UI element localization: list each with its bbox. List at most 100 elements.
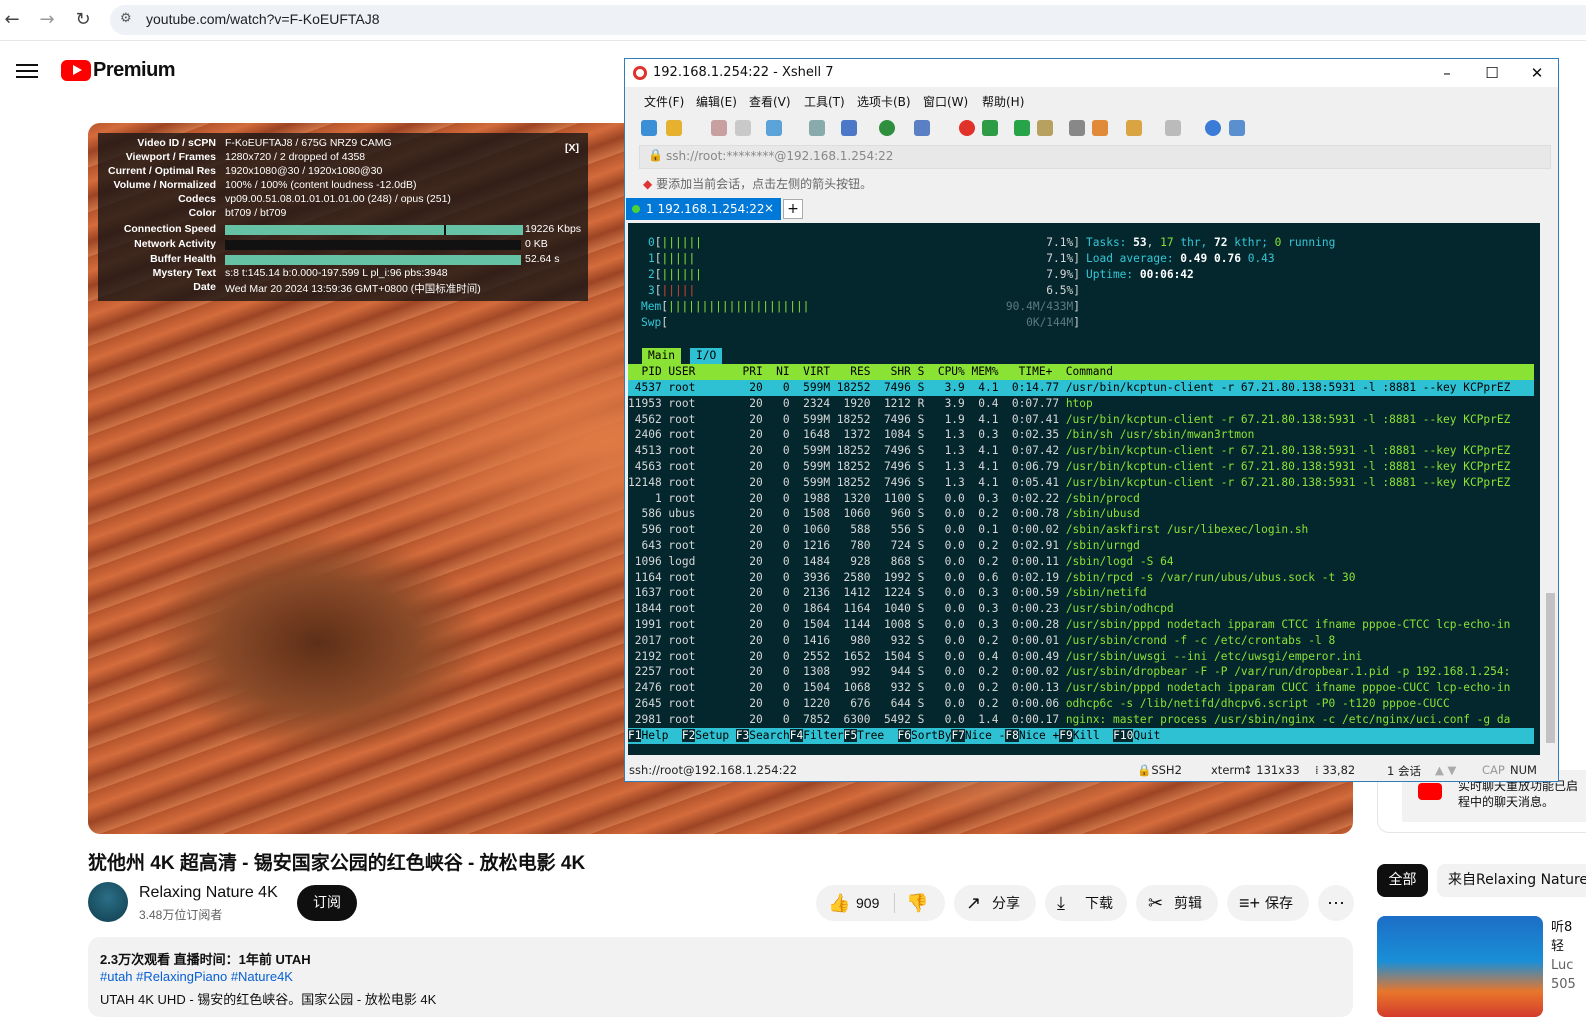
find-icon[interactable]	[809, 120, 825, 136]
reload-icon[interactable]: ↻	[71, 8, 95, 32]
function-key-label[interactable]: Filter	[803, 729, 843, 742]
process-row[interactable]: 2192 root 20 0 2552 1652 1504 S 0.0 0.4 …	[628, 649, 1534, 665]
disconnect-icon[interactable]	[735, 120, 751, 136]
keyboard-icon[interactable]	[1069, 120, 1085, 136]
forward-icon[interactable]: →	[35, 8, 59, 32]
layout-icon[interactable]	[1165, 120, 1181, 136]
channel-avatar[interactable]	[88, 882, 128, 922]
url-text[interactable]: youtube.com/watch?v=F-KoEUFTAJ8	[146, 11, 380, 27]
scrollbar-thumb[interactable]	[1546, 593, 1555, 743]
process-row[interactable]: 1991 root 20 0 1504 1144 1008 S 0.0 0.3 …	[628, 617, 1534, 633]
back-icon[interactable]: ←	[0, 8, 24, 32]
like-icon[interactable]: 👍	[828, 885, 850, 921]
new-tab-icon[interactable]: +	[783, 199, 803, 219]
process-row[interactable]: 2476 root 20 0 1504 1068 932 S 0.0 0.2 0…	[628, 680, 1534, 696]
highlight-icon[interactable]	[1092, 120, 1108, 136]
process-row[interactable]: 643 root 20 0 1216 780 724 S 0.0 0.2 0:0…	[628, 538, 1534, 554]
fullscreen-icon[interactable]	[1014, 120, 1030, 136]
connect-icon[interactable]	[711, 120, 727, 136]
process-row[interactable]: 1844 root 20 0 1864 1164 1040 S 0.0 0.3 …	[628, 601, 1534, 617]
font-icon[interactable]	[914, 120, 930, 136]
youtube-logo-icon[interactable]	[61, 60, 91, 81]
function-key-label[interactable]: Setup	[695, 729, 735, 742]
function-key-label[interactable]: SortBy	[911, 729, 951, 742]
download-button[interactable]: ⤓ 下载	[1045, 885, 1127, 921]
function-key[interactable]: F2	[681, 729, 696, 742]
chip-from-channel[interactable]: 来自Relaxing Nature	[1437, 864, 1586, 897]
function-key[interactable]: F1	[628, 729, 642, 742]
more-actions-icon[interactable]: ⋯	[1318, 885, 1354, 921]
function-key[interactable]: F4	[789, 729, 804, 742]
chat-icon[interactable]	[1229, 120, 1245, 136]
terminal-scrollbar[interactable]	[1543, 223, 1558, 755]
session-address[interactable]: ssh://root:********@192.168.1.254:22	[666, 149, 893, 163]
channel-name[interactable]: Relaxing Nature 4K	[139, 884, 278, 902]
xshell-icon[interactable]	[959, 120, 975, 136]
transfer-icon[interactable]	[841, 120, 857, 136]
function-key-label[interactable]: Help	[641, 729, 681, 742]
clip-button[interactable]: ✂ 剪辑	[1136, 885, 1218, 921]
process-row[interactable]: 11953 root 20 0 2324 1920 1212 R 3.9 0.4…	[628, 396, 1534, 412]
bookmark-icon[interactable]: ◆	[643, 177, 652, 191]
share-button[interactable]: ↗ 分享	[954, 885, 1036, 921]
process-row[interactable]: 2981 root 20 0 7852 6300 5492 S 0.0 1.4 …	[628, 712, 1534, 728]
like-count[interactable]: 909	[856, 885, 879, 921]
process-row[interactable]: 596 root 20 0 1060 588 556 S 0.0 0.1 0:0…	[628, 522, 1534, 538]
session-address-bar[interactable]: 🔒 ssh://root:********@192.168.1.254:22	[639, 145, 1551, 169]
function-key[interactable]: F6	[897, 729, 912, 742]
process-row[interactable]: 1 root 20 0 1988 1320 1100 S 0.0 0.3 0:0…	[628, 491, 1534, 507]
dislike-icon[interactable]: 👎	[906, 885, 928, 921]
youtube-premium-logo[interactable]: Premium	[93, 59, 176, 82]
process-row[interactable]: 1637 root 20 0 2136 1412 1224 S 0.0 0.3 …	[628, 585, 1534, 601]
recommended-video-info[interactable]: 听8 轻 Luc 505	[1551, 918, 1576, 994]
chip-all[interactable]: 全部	[1377, 864, 1428, 897]
tab-main[interactable]: Main	[642, 348, 681, 364]
maximize-icon[interactable]: ☐	[1481, 62, 1503, 84]
menu-view[interactable]: 查看(V)	[749, 93, 791, 110]
function-key-label[interactable]: Quit	[1133, 729, 1160, 742]
function-key-label[interactable]: Kill	[1073, 729, 1113, 742]
menu-file[interactable]: 文件(F)	[644, 93, 684, 110]
xshell-titlebar[interactable]: 192.168.1.254:22 - Xshell 7 – ☐ ✕	[625, 59, 1558, 87]
process-row[interactable]: 4513 root 20 0 599M 18252 7496 S 1.3 4.1…	[628, 443, 1534, 459]
globe-icon[interactable]	[879, 120, 895, 136]
function-key[interactable]: F9	[1059, 729, 1073, 742]
terminal[interactable]: 0[|||||| 7.1%] 1[||||| 7.1%] 2[|||||| 7.…	[628, 223, 1540, 755]
tab-close-icon[interactable]: ×	[764, 201, 774, 215]
help-icon[interactable]	[1205, 120, 1221, 136]
process-row[interactable]: 2257 root 20 0 1308 992 944 S 0.0 0.2 0:…	[628, 664, 1534, 680]
session-nav-icons[interactable]: ▲ ▼	[1435, 763, 1456, 777]
menu-edit[interactable]: 编辑(E)	[696, 93, 737, 110]
process-row[interactable]: 4563 root 20 0 599M 18252 7496 S 1.3 4.1…	[628, 459, 1534, 475]
save-button[interactable]: ≡+ 保存	[1227, 885, 1309, 921]
function-key[interactable]: F10	[1113, 729, 1134, 742]
tab-io[interactable]: I/O	[690, 348, 723, 364]
process-row[interactable]: 4562 root 20 0 599M 18252 7496 S 1.9 4.1…	[628, 412, 1534, 428]
hashtags[interactable]: #utah #RelaxingPiano #Nature4K	[100, 969, 293, 984]
hamburger-menu-icon[interactable]	[16, 60, 38, 82]
function-key-label[interactable]: Search	[749, 729, 789, 742]
properties-icon[interactable]	[766, 120, 782, 136]
menu-tools[interactable]: 工具(T)	[804, 93, 845, 110]
process-row[interactable]: 1096 logd 20 0 1484 928 868 S 0.0 0.2 0:…	[628, 554, 1534, 570]
function-key-label[interactable]: Nice -	[965, 729, 1005, 742]
lock-icon[interactable]	[1037, 120, 1053, 136]
process-row[interactable]: 2645 root 20 0 1220 676 644 S 0.0 0.2 0:…	[628, 696, 1534, 712]
process-table-header[interactable]: PID USER PRI NI VIRT RES SHR S CPU% MEM%…	[628, 364, 1534, 380]
xftp-icon[interactable]	[982, 120, 998, 136]
xshell-window[interactable]: 192.168.1.254:22 - Xshell 7 – ☐ ✕ 文件(F) …	[624, 58, 1559, 782]
minimize-icon[interactable]: –	[1436, 62, 1458, 84]
function-key[interactable]: F5	[843, 729, 858, 742]
function-key[interactable]: F7	[951, 729, 965, 742]
menu-window[interactable]: 窗口(W)	[923, 93, 968, 110]
function-key-label[interactable]: Nice +	[1019, 729, 1059, 742]
subscribe-button[interactable]: 订阅	[297, 885, 357, 921]
function-key[interactable]: F8	[1005, 729, 1019, 742]
site-settings-icon[interactable]: ⚙	[120, 11, 132, 26]
menu-tabs[interactable]: 选项卡(B)	[857, 93, 911, 110]
process-row[interactable]: 586 ubus 20 0 1508 1060 960 S 0.0 0.2 0:…	[628, 506, 1534, 522]
address-bar[interactable]: ⚙ youtube.com/watch?v=F-KoEUFTAJ8	[110, 5, 1586, 35]
new-session-icon[interactable]	[641, 120, 657, 136]
recommended-video-thumbnail[interactable]	[1377, 916, 1543, 1017]
process-row[interactable]: 4537 root 20 0 599M 18252 7496 S 3.9 4.1…	[628, 380, 1534, 396]
